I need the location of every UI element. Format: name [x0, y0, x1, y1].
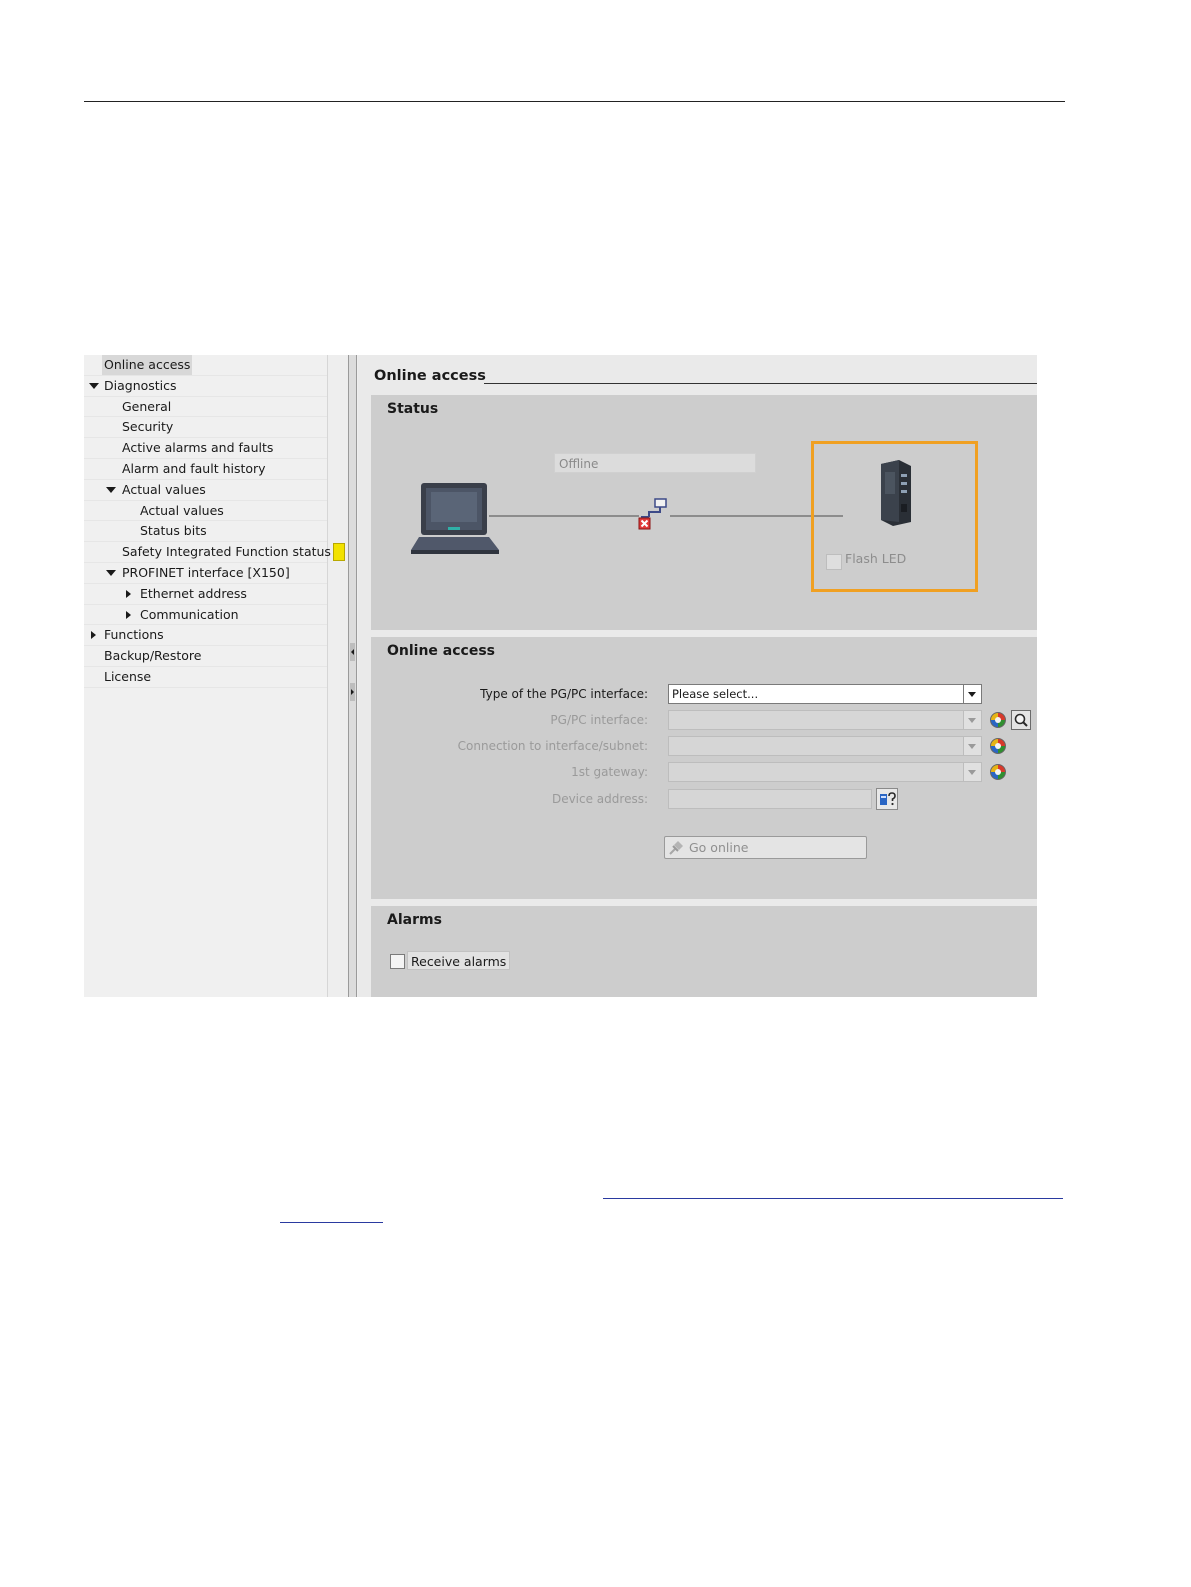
- first-gateway-label: 1st gateway:: [571, 765, 648, 779]
- arrow-left-icon: [351, 649, 354, 655]
- collapse-arrow-icon[interactable]: [91, 631, 96, 640]
- search-icon: [1014, 713, 1028, 727]
- chevron-down-icon: [968, 770, 976, 775]
- tree-item-functions[interactable]: Functions: [84, 625, 327, 647]
- tree-item-license[interactable]: License: [84, 667, 327, 688]
- tree-item-profinet[interactable]: PROFINET interface [X150]: [84, 563, 327, 584]
- connection-state-field: Offline: [554, 453, 756, 473]
- connection-line-left: [489, 515, 639, 517]
- tree-item-label: Communication: [140, 606, 239, 622]
- page-header-rule: [84, 101, 1065, 102]
- tree-item-label: Actual values: [140, 502, 224, 518]
- navigation-tree: Online access Diagnostics General Securi…: [84, 355, 331, 997]
- tree-item-label: Active alarms and faults: [122, 440, 274, 456]
- collapse-arrow-icon[interactable]: [126, 589, 131, 598]
- arrow-right-icon: [351, 689, 354, 695]
- tree-item-label: Alarm and fault history: [122, 461, 266, 476]
- search-devices-button[interactable]: [1011, 710, 1031, 730]
- dropdown-button[interactable]: [963, 763, 981, 781]
- laptop-icon: [411, 483, 499, 554]
- main-content: Online access Status Offline Flash LED O…: [358, 355, 1037, 997]
- device-highlight-frame: Flash LED: [811, 441, 978, 592]
- tree-item-label: Security: [122, 419, 174, 435]
- hyperlink-underline[interactable]: [280, 1222, 383, 1223]
- connection-subnet-select[interactable]: [668, 736, 982, 756]
- type-pgpc-select[interactable]: Please select...: [668, 684, 982, 704]
- tree-item-status-bits[interactable]: Status bits: [84, 521, 327, 543]
- tree-item-label: Safety Integrated Function status: [122, 544, 331, 560]
- device-address-input[interactable]: [668, 789, 872, 809]
- subnet-status-icon[interactable]: [990, 738, 1006, 754]
- status-panel: Status Offline Flash LED: [371, 395, 1037, 630]
- tree-item-label: Status bits: [140, 523, 207, 539]
- tree-item-label: Backup/Restore: [104, 648, 202, 664]
- hyperlink-underline[interactable]: [603, 1198, 1063, 1199]
- dropdown-button[interactable]: [963, 711, 981, 729]
- device-help-icon: [880, 792, 896, 806]
- receive-alarms-checkbox[interactable]: [390, 954, 405, 969]
- tree-item-label: Functions: [104, 627, 164, 643]
- tree-item-diagnostics[interactable]: Diagnostics: [84, 376, 327, 397]
- tree-item-label: License: [104, 669, 152, 684]
- tree-item-label: Actual values: [122, 481, 206, 497]
- tree-item-actual-values[interactable]: Actual values: [84, 501, 327, 522]
- tree-item-label: Diagnostics: [104, 377, 177, 393]
- tree-item-actual-values-group[interactable]: Actual values: [84, 480, 327, 501]
- expand-arrow-icon[interactable]: [106, 570, 116, 576]
- tree-item-safety-integrated[interactable]: Safety Integrated Function status: [84, 542, 331, 563]
- panel-splitter[interactable]: [348, 355, 357, 997]
- page-title: Online access: [374, 368, 486, 384]
- title-rule: [484, 383, 1037, 384]
- online-access-panel-title: Online access: [387, 643, 496, 659]
- chevron-down-icon: [968, 692, 976, 697]
- go-online-button[interactable]: Go online: [664, 836, 867, 859]
- safety-status-indicator: [333, 543, 345, 561]
- drive-device-icon: [881, 460, 911, 526]
- receive-alarms-label[interactable]: Receive alarms: [407, 951, 511, 970]
- dropdown-button[interactable]: [963, 685, 981, 703]
- tree-item-label: PROFINET interface [X150]: [122, 565, 290, 580]
- online-access-panel: Online access Type of the PG/PC interfac…: [371, 637, 1037, 899]
- online-access-screenshot: Online access Diagnostics General Securi…: [84, 355, 1037, 997]
- first-gateway-select[interactable]: [668, 762, 982, 782]
- tree-item-active-alarms[interactable]: Active alarms and faults: [84, 438, 327, 459]
- pgpc-interface-select[interactable]: [668, 710, 982, 730]
- collapse-arrow-icon[interactable]: [126, 610, 131, 619]
- device-address-help-button[interactable]: [876, 788, 898, 810]
- interface-status-icon[interactable]: [990, 712, 1006, 728]
- tree-item-online-access[interactable]: Online access: [84, 355, 327, 376]
- connection-subnet-label: Connection to interface/subnet:: [457, 739, 648, 753]
- pgpc-interface-label: PG/PC interface:: [550, 713, 648, 727]
- tree-item-ethernet-address[interactable]: Ethernet address: [84, 584, 327, 605]
- collapse-left-button[interactable]: [350, 643, 355, 661]
- expand-arrow-icon[interactable]: [89, 382, 99, 389]
- tree-item-security[interactable]: Security: [84, 417, 327, 439]
- flash-led-label: Flash LED: [845, 551, 907, 566]
- expand-arrow-icon[interactable]: [106, 486, 116, 493]
- status-panel-title: Status: [387, 401, 439, 417]
- type-pgpc-value: Please select...: [672, 687, 759, 701]
- go-online-label: Go online: [689, 840, 749, 855]
- dropdown-button[interactable]: [963, 737, 981, 755]
- device-address-label: Device address:: [551, 792, 648, 806]
- expand-right-button[interactable]: [350, 683, 355, 701]
- chevron-down-icon: [968, 718, 976, 723]
- tree-item-general[interactable]: General: [84, 397, 327, 418]
- flash-led-checkbox[interactable]: [826, 554, 842, 570]
- gateway-status-icon[interactable]: [990, 764, 1006, 780]
- tree-item-communication[interactable]: Communication: [84, 605, 327, 626]
- tree-item-backup-restore[interactable]: Backup/Restore: [84, 646, 327, 667]
- tree-item-label: General: [122, 398, 172, 414]
- tree-item-label: Ethernet address: [140, 585, 247, 601]
- type-pgpc-label: Type of the PG/PC interface:: [480, 687, 648, 701]
- chevron-down-icon: [968, 744, 976, 749]
- alarms-panel-title: Alarms: [387, 912, 442, 928]
- network-disconnected-icon: [638, 498, 667, 530]
- go-online-icon: [669, 841, 683, 855]
- tree-item-label: Online access: [102, 355, 193, 375]
- alarms-panel: Alarms Receive alarms: [371, 906, 1037, 997]
- tree-item-alarm-history[interactable]: Alarm and fault history: [84, 459, 327, 480]
